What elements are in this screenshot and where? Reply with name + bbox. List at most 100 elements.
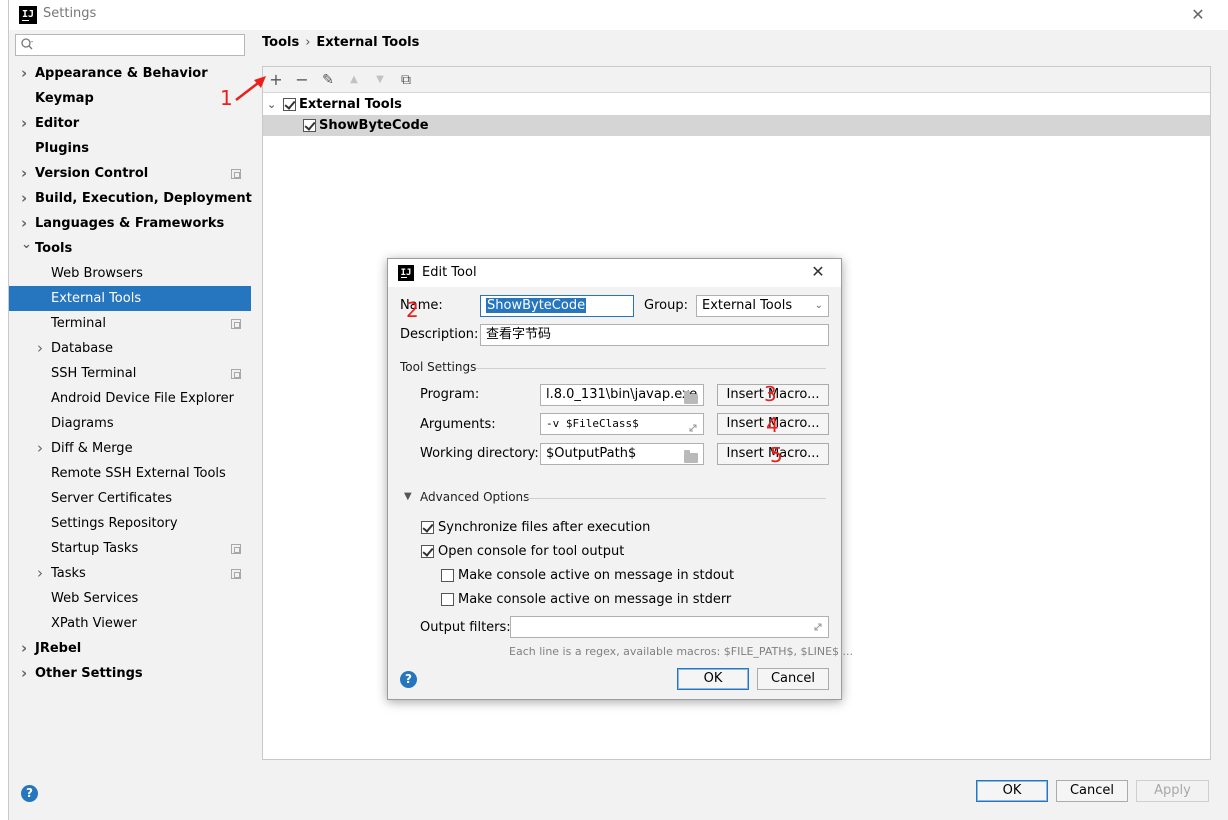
move-down-button[interactable]: ▼ xyxy=(370,70,390,90)
output-filters-input[interactable] xyxy=(510,616,829,638)
group-checkbox[interactable] xyxy=(283,98,296,111)
sidebar-item-tasks[interactable]: › Tasks xyxy=(9,561,251,586)
sidebar-item-label: Build, Execution, Deployment xyxy=(35,191,252,206)
working-directory-input[interactable]: $OutputPath$ xyxy=(540,443,704,465)
sidebar-item-label: Diagrams xyxy=(51,416,114,431)
sidebar-item-diagrams[interactable]: Diagrams xyxy=(9,411,251,436)
chevron-right-icon[interactable]: › xyxy=(21,61,31,86)
sidebar-item-android-device-file-explorer[interactable]: Android Device File Explorer xyxy=(9,386,251,411)
chevron-right-icon[interactable]: › xyxy=(21,161,31,186)
sidebar-item-settings-repository[interactable]: Settings Repository xyxy=(9,511,251,536)
description-input[interactable]: 查看字节码 xyxy=(480,324,829,346)
sidebar-item-other-settings[interactable]: › Other Settings xyxy=(9,661,251,686)
edit-tool-button[interactable]: ✎ xyxy=(318,70,338,90)
sync-files-label: Synchronize files after execution xyxy=(438,520,651,535)
sidebar-item-startup-tasks[interactable]: Startup Tasks xyxy=(9,536,251,561)
annotation-number-5: 5 xyxy=(770,443,783,467)
sidebar-item-appearance-behavior[interactable]: › Appearance & Behavior xyxy=(9,61,251,86)
sidebar-item-server-certificates[interactable]: Server Certificates xyxy=(9,486,251,511)
expand-icon[interactable] xyxy=(687,422,699,434)
chevron-right-icon[interactable]: › xyxy=(37,561,47,586)
chevron-right-icon[interactable]: › xyxy=(37,436,47,461)
description-label: Description: xyxy=(400,327,479,342)
project-level-icon xyxy=(231,169,241,179)
folder-icon[interactable] xyxy=(684,450,698,463)
apply-button[interactable]: Apply xyxy=(1136,780,1209,802)
sidebar-item-keymap[interactable]: Keymap xyxy=(9,86,251,111)
title-bar: IJ Settings ✕ xyxy=(9,0,1228,30)
remove-tool-button[interactable]: − xyxy=(292,70,312,90)
name-input[interactable]: ShowByteCode xyxy=(480,295,634,317)
project-level-icon xyxy=(231,569,241,579)
tree-tool-showbytecode[interactable]: ShowByteCode xyxy=(263,115,1210,136)
ok-button[interactable]: OK xyxy=(976,780,1048,802)
sidebar-item-build-execution-deployment[interactable]: › Build, Execution, Deployment xyxy=(9,186,252,211)
cancel-button[interactable]: Cancel xyxy=(1056,780,1128,802)
move-up-button[interactable]: ▲ xyxy=(344,70,364,90)
breadcrumb-current: External Tools xyxy=(316,35,420,50)
sidebar-item-jrebel[interactable]: › JRebel xyxy=(9,636,251,661)
sidebar-item-ssh-terminal[interactable]: SSH Terminal xyxy=(9,361,251,386)
chevron-right-icon[interactable]: › xyxy=(21,111,31,136)
sidebar-item-external-tools[interactable]: External Tools xyxy=(9,286,251,311)
chevron-down-icon: ⌄ xyxy=(814,300,823,311)
sidebar-item-xpath-viewer[interactable]: XPath Viewer xyxy=(9,611,251,636)
sidebar-item-editor[interactable]: › Editor xyxy=(9,111,251,136)
intellij-app-icon: IJ xyxy=(398,265,414,281)
tree-group-external-tools[interactable]: ⌄ External Tools xyxy=(263,94,1210,115)
sidebar-item-version-control[interactable]: › Version Control xyxy=(9,161,251,186)
copy-tool-button[interactable]: ⧉ xyxy=(396,70,416,90)
annotation-number-4: 4 xyxy=(766,413,779,437)
sidebar-item-languages-frameworks[interactable]: › Languages & Frameworks xyxy=(9,211,251,236)
arguments-input[interactable]: -v $FileClass$ xyxy=(540,413,704,435)
program-input[interactable]: l.8.0_131\bin\javap.exe xyxy=(540,384,704,406)
help-button[interactable]: ? xyxy=(400,671,417,688)
settings-search-input[interactable] xyxy=(15,34,245,56)
sync-files-checkbox[interactable] xyxy=(421,521,434,534)
chevron-down-icon[interactable]: ▼ xyxy=(404,491,412,502)
breadcrumb-parent[interactable]: Tools xyxy=(262,35,299,50)
sidebar-item-web-browsers[interactable]: Web Browsers xyxy=(9,261,251,286)
sidebar-item-label: Startup Tasks xyxy=(51,541,139,556)
open-console-checkbox[interactable] xyxy=(421,545,434,558)
sidebar-item-label: Android Device File Explorer xyxy=(51,391,234,406)
chevron-down-icon[interactable]: ⌄ xyxy=(267,94,277,115)
stderr-checkbox[interactable] xyxy=(441,593,454,606)
working-directory-label: Working directory: xyxy=(420,446,539,461)
sidebar-item-label: XPath Viewer xyxy=(51,616,137,631)
sidebar-item-diff-merge[interactable]: › Diff & Merge xyxy=(9,436,251,461)
help-button[interactable]: ? xyxy=(21,785,38,802)
dialog-ok-button[interactable]: OK xyxy=(677,668,749,690)
sidebar-item-database[interactable]: › Database xyxy=(9,336,251,361)
group-select[interactable]: External Tools ⌄ xyxy=(696,295,829,317)
close-dialog-button[interactable]: ✕ xyxy=(808,262,828,282)
sidebar-item-label: Version Control xyxy=(35,166,149,181)
group-select-value: External Tools xyxy=(702,298,793,313)
dialog-cancel-button[interactable]: Cancel xyxy=(757,668,829,690)
close-window-button[interactable]: ✕ xyxy=(1187,4,1209,26)
sidebar-item-web-services[interactable]: Web Services xyxy=(9,586,251,611)
breadcrumb-separator: › xyxy=(305,35,311,50)
chevron-right-icon[interactable]: › xyxy=(37,336,47,361)
program-input-value: l.8.0_131\bin\javap.exe xyxy=(546,387,698,402)
sidebar-item-label: Other Settings xyxy=(35,666,143,681)
sidebar-item-terminal[interactable]: Terminal xyxy=(9,311,251,336)
stdout-label: Make console active on message in stdout xyxy=(458,568,735,583)
sidebar-item-tools[interactable]: ⌄ Tools xyxy=(9,236,251,261)
chevron-right-icon[interactable]: › xyxy=(21,636,31,661)
sidebar-item-plugins[interactable]: Plugins xyxy=(9,136,251,161)
chevron-down-icon[interactable]: ⌄ xyxy=(21,232,32,257)
project-level-icon xyxy=(231,369,241,379)
advanced-options-title[interactable]: Advanced Options xyxy=(420,490,529,504)
tool-checkbox[interactable] xyxy=(303,119,316,132)
add-tool-button[interactable]: + xyxy=(266,70,286,90)
expand-icon[interactable] xyxy=(812,621,824,633)
sidebar-item-label: Tasks xyxy=(51,566,86,581)
folder-icon[interactable] xyxy=(684,391,698,404)
sidebar-item-label: Terminal xyxy=(51,316,106,331)
sidebar-item-remote-ssh-external-tools[interactable]: Remote SSH External Tools xyxy=(9,461,251,486)
stdout-checkbox[interactable] xyxy=(441,569,454,582)
chevron-right-icon[interactable]: › xyxy=(21,661,31,686)
edit-tool-dialog: IJ Edit Tool ✕ Name: ShowByteCode Group:… xyxy=(387,258,853,700)
chevron-right-icon[interactable]: › xyxy=(21,186,31,211)
